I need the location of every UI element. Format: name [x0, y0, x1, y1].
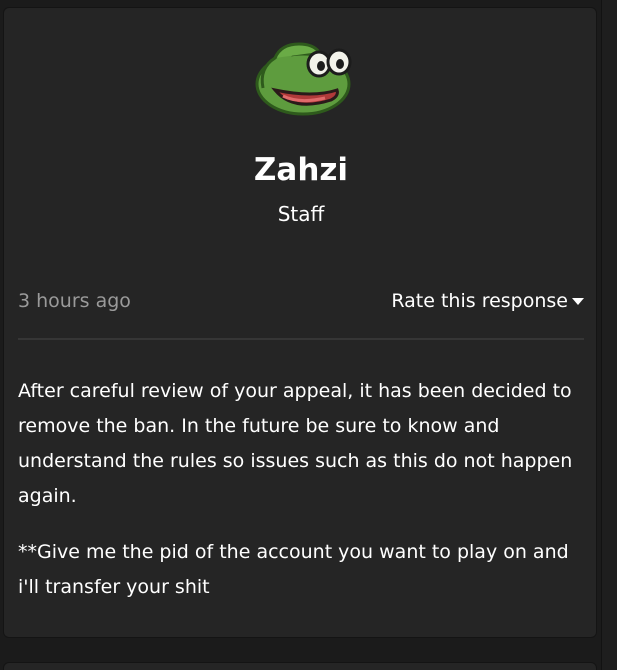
author-name[interactable]: Zahzi	[4, 150, 598, 190]
response-card: Zahzi Staff 3 hours ago Rate this respon…	[3, 7, 597, 638]
caret-down-icon[interactable]	[572, 298, 584, 305]
scrollbar-track[interactable]	[601, 0, 617, 670]
response-message: After careful review of your appeal, it …	[18, 374, 588, 626]
message-paragraph: **Give me the pid of the account you wan…	[18, 541, 569, 598]
frog-avatar	[255, 42, 352, 116]
divider	[18, 338, 584, 340]
author-role: Staff	[277, 202, 325, 226]
message-paragraph: After careful review of your appeal, it …	[18, 380, 573, 507]
next-response-card	[3, 662, 597, 670]
rate-response-dropdown[interactable]: Rate this response	[391, 288, 584, 314]
rate-response-label[interactable]: Rate this response	[391, 288, 568, 314]
response-timestamp: 3 hours ago	[18, 290, 131, 312]
page: Zahzi Staff 3 hours ago Rate this respon…	[0, 0, 617, 670]
